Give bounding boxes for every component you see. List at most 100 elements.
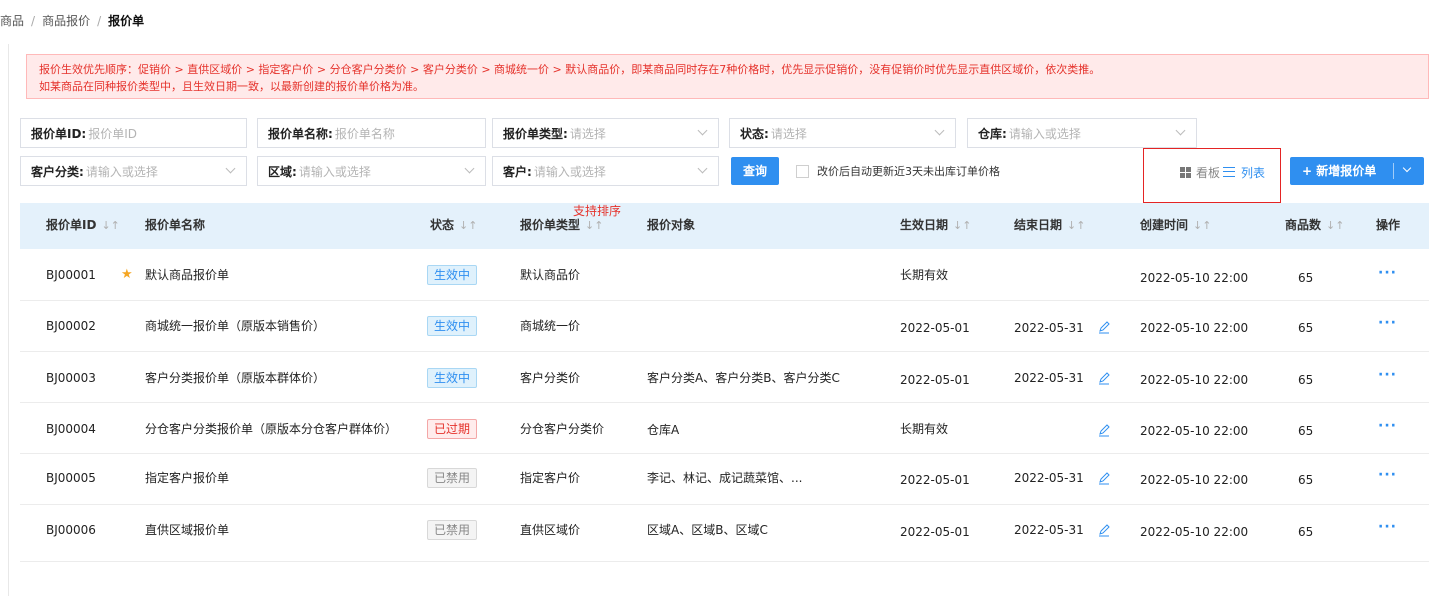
edit-pencil-icon[interactable]: [1097, 471, 1111, 485]
cell-count: 65: [1298, 321, 1314, 335]
cell-end-date: 2022-05-31: [1014, 371, 1084, 385]
col-header-created[interactable]: 创建时间 ↓↑: [1140, 215, 1211, 235]
col-header-name: 报价单名称: [145, 215, 205, 235]
quote-id-label: 报价单ID:: [31, 126, 87, 141]
priority-notice: 报价生效优先顺序：促销价 > 直供区域价 > 指定客户价 > 分仓客户分类价 >…: [26, 54, 1429, 99]
edit-pencil-icon[interactable]: [1097, 371, 1111, 385]
grid-icon: [1180, 166, 1191, 178]
col-header-label: 状态: [430, 218, 455, 232]
cell-start-date: 2022-05-01: [900, 473, 970, 487]
col-header-status[interactable]: 状态 ↓↑: [430, 215, 477, 235]
customer-placeholder: 请输入或选择: [533, 164, 606, 179]
status-select[interactable]: 状态: 请选择: [729, 118, 956, 148]
cell-quote-name[interactable]: 分仓客户分类报价单（原版本分仓客户群体价）: [145, 419, 397, 439]
more-actions-icon[interactable]: ···: [1378, 266, 1397, 280]
chevron-down-icon: [697, 125, 708, 136]
auto-update-option[interactable]: 改价后自动更新近3天未出库订单价格: [796, 162, 1000, 180]
region-select[interactable]: 区域: 请输入或选择: [257, 156, 486, 186]
cell-quote-name[interactable]: 默认商品报价单: [145, 265, 229, 285]
cell-end-date: 2022-05-31: [1014, 471, 1084, 485]
customer-select[interactable]: 客户: 请输入或选择: [492, 156, 719, 186]
quote-type-select[interactable]: 报价单类型: 请选择: [492, 118, 719, 148]
cell-start-date: 2022-05-01: [900, 525, 970, 539]
more-actions-icon[interactable]: ···: [1378, 368, 1397, 382]
col-header-id[interactable]: 报价单ID ↓↑: [46, 215, 120, 235]
cell-created: 2022-05-10 22:00: [1140, 473, 1249, 487]
cell-created: 2022-05-10 22:00: [1140, 373, 1249, 387]
col-header-type[interactable]: 报价单类型 ↓↑: [520, 215, 603, 235]
breadcrumb: 商品 / 商品报价 / 报价单: [0, 10, 144, 32]
customer-category-select[interactable]: 客户分类: 请输入或选择: [20, 156, 247, 186]
sort-icon[interactable]: ↓↑: [1193, 219, 1211, 232]
status-badge: 生效中: [427, 316, 478, 336]
row-divider: [20, 300, 1429, 301]
breadcrumb-separator: /: [31, 14, 36, 28]
chevron-down-icon[interactable]: [1402, 163, 1412, 173]
quote-id-field[interactable]: 报价单ID: 报价单ID: [20, 118, 247, 148]
cell-quote-name[interactable]: 指定客户报价单: [145, 468, 229, 488]
cell-quote-name[interactable]: 商城统一报价单（原版本销售价）: [145, 316, 325, 336]
chevron-down-icon: [225, 163, 236, 174]
more-actions-icon[interactable]: ···: [1378, 316, 1397, 330]
row-divider: [20, 402, 1429, 403]
list-view-label: 列表: [1241, 165, 1266, 180]
col-header-label: 创建时间: [1140, 218, 1189, 232]
more-actions-icon[interactable]: ···: [1378, 468, 1397, 482]
board-view-button[interactable]: 看板: [1180, 164, 1220, 180]
quote-id-placeholder: 报价单ID: [88, 126, 138, 141]
row-divider: [20, 453, 1429, 454]
edit-pencil-icon[interactable]: [1097, 423, 1111, 437]
query-button[interactable]: 查询: [731, 157, 779, 185]
breadcrumb-item-goods[interactable]: 商品: [0, 14, 24, 28]
status-badge: 已禁用: [427, 468, 478, 488]
edit-pencil-icon[interactable]: [1097, 523, 1111, 537]
cell-quote-type: 分仓客户分类价: [520, 422, 605, 436]
warehouse-select[interactable]: 仓库: 请输入或选择: [967, 118, 1197, 148]
col-header-label: 商品数: [1285, 218, 1322, 232]
chevron-down-icon: [934, 125, 945, 136]
status-badge: 生效中: [427, 265, 478, 285]
sort-icon[interactable]: ↓↑: [1326, 219, 1344, 232]
table-header: [20, 203, 1429, 249]
sort-icon[interactable]: ↓↑: [101, 219, 119, 232]
cell-end-date: 2022-05-31: [1014, 321, 1084, 335]
cell-target: 仓库A: [647, 423, 680, 437]
cell-quote-type: 商城统一价: [520, 319, 581, 333]
board-view-label: 看板: [1196, 165, 1221, 180]
list-view-button[interactable]: 列表: [1223, 164, 1265, 180]
sort-icon[interactable]: ↓↑: [459, 219, 477, 232]
col-header-count[interactable]: 商品数 ↓↑: [1285, 215, 1344, 235]
warehouse-label: 仓库:: [978, 126, 1007, 141]
chevron-down-icon: [697, 163, 708, 174]
region-label: 区域:: [268, 164, 297, 179]
status-label: 状态:: [740, 126, 769, 141]
sort-icon[interactable]: ↓↑: [953, 219, 971, 232]
edit-pencil-icon[interactable]: [1097, 320, 1111, 334]
cell-start-date: 2022-05-01: [900, 373, 970, 387]
chevron-down-icon: [1175, 125, 1186, 136]
more-actions-icon[interactable]: ···: [1378, 419, 1397, 433]
row-divider: [20, 504, 1429, 505]
sort-icon[interactable]: ↓↑: [1067, 219, 1085, 232]
more-actions-icon[interactable]: ···: [1378, 520, 1397, 534]
col-header-start-date[interactable]: 生效日期 ↓↑: [900, 215, 971, 235]
quote-name-field[interactable]: 报价单名称: 报价单名称: [257, 118, 486, 148]
col-header-actions: 操作: [1376, 215, 1400, 235]
new-quote-button[interactable]: + 新增报价单: [1290, 157, 1424, 185]
breadcrumb-item-quotes[interactable]: 商品报价: [42, 14, 90, 28]
cell-quote-name[interactable]: 客户分类报价单（原版本群体价）: [145, 368, 325, 388]
col-header-label: 生效日期: [900, 218, 949, 232]
col-header-end-date[interactable]: 结束日期 ↓↑: [1014, 215, 1085, 235]
sort-icon[interactable]: ↓↑: [585, 219, 603, 232]
col-header-target: 报价对象: [647, 215, 695, 235]
status-badge: 生效中: [427, 368, 478, 388]
customer-label: 客户:: [503, 164, 532, 179]
star-icon[interactable]: ★: [121, 265, 133, 285]
cell-quote-name[interactable]: 直供区域报价单: [145, 520, 229, 540]
cell-quote-type: 默认商品价: [520, 268, 581, 282]
breadcrumb-current: 报价单: [108, 14, 145, 28]
auto-update-checkbox[interactable]: [796, 164, 809, 178]
customer-category-placeholder: 请输入或选择: [85, 164, 158, 179]
row-divider: [20, 351, 1429, 352]
cell-target: 李记、林记、成记蔬菜馆、...: [647, 471, 803, 485]
